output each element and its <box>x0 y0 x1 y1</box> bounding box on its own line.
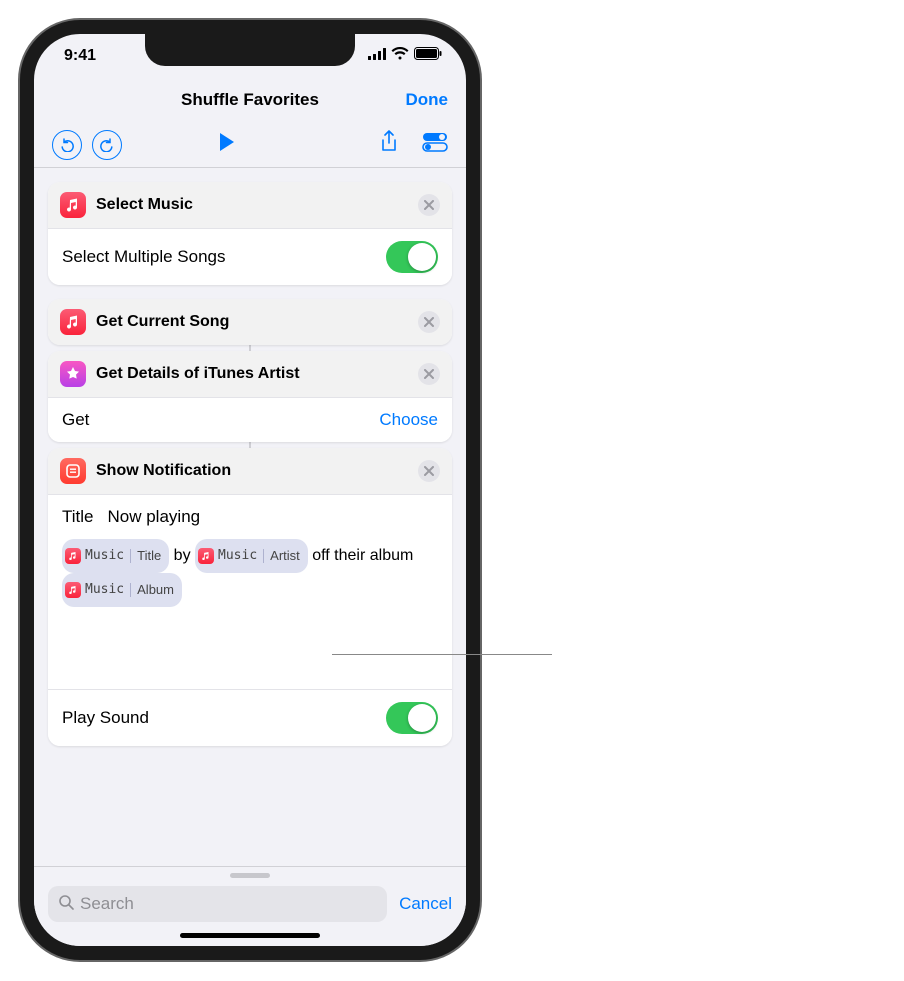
side-button <box>478 214 480 274</box>
variable-token-music-artist[interactable]: Music Artist <box>195 539 308 573</box>
action-title: Get Current Song <box>96 313 408 331</box>
wifi-icon <box>391 47 409 65</box>
battery-icon <box>414 47 442 65</box>
music-app-icon <box>60 309 86 335</box>
body-text: off their album <box>308 547 414 564</box>
remove-action-button[interactable] <box>418 363 440 385</box>
page-title: Shuffle Favorites <box>181 90 319 110</box>
notch <box>145 34 355 66</box>
action-title: Show Notification <box>96 462 408 480</box>
workflow-area[interactable]: Select Music Select Multiple Songs Get C… <box>34 168 466 746</box>
action-title: Get Details of iTunes Artist <box>96 365 408 383</box>
title-field-value[interactable]: Now playing <box>108 507 201 527</box>
share-button[interactable] <box>380 130 398 159</box>
home-indicator[interactable] <box>180 933 320 938</box>
action-itunes-artist-details[interactable]: Get Details of iTunes Artist Get Choose <box>48 351 452 442</box>
done-button[interactable]: Done <box>406 90 449 110</box>
redo-button[interactable] <box>92 130 122 160</box>
settings-toggles-button[interactable] <box>422 132 448 157</box>
action-select-music[interactable]: Select Music Select Multiple Songs <box>48 182 452 285</box>
choose-button[interactable]: Choose <box>379 410 438 430</box>
cellular-icon <box>368 47 386 65</box>
side-button <box>478 289 480 389</box>
search-placeholder: Search <box>80 894 134 914</box>
body-text: by <box>169 547 195 564</box>
itunes-app-icon <box>60 361 86 387</box>
get-label: Get <box>62 410 89 430</box>
action-show-notification[interactable]: Show Notification Title Now playing Musi… <box>48 448 452 746</box>
callout-line <box>332 654 552 655</box>
action-get-current-song[interactable]: Get Current Song <box>48 299 452 345</box>
variable-token-music-title[interactable]: Music Title <box>62 539 169 573</box>
remove-action-button[interactable] <box>418 460 440 482</box>
undo-button[interactable] <box>52 130 82 160</box>
remove-action-button[interactable] <box>418 194 440 216</box>
variable-token-music-album[interactable]: Music Album <box>62 573 182 607</box>
play-sound-label: Play Sound <box>62 708 149 728</box>
title-field-label: Title <box>62 507 94 527</box>
remove-action-button[interactable] <box>418 311 440 333</box>
notification-body-field[interactable]: Music Title by Music Artist off their al… <box>62 539 438 677</box>
select-multiple-switch[interactable] <box>386 241 438 273</box>
drawer-grabber[interactable] <box>230 873 270 878</box>
nav-bar: Shuffle Favorites Done <box>34 78 466 122</box>
search-input[interactable]: Search <box>48 886 387 922</box>
cancel-button[interactable]: Cancel <box>399 894 452 914</box>
search-icon <box>58 894 74 915</box>
notification-app-icon <box>60 458 86 484</box>
play-sound-switch[interactable] <box>386 702 438 734</box>
select-multiple-label: Select Multiple Songs <box>62 247 225 267</box>
action-title: Select Music <box>96 196 408 214</box>
toolbar <box>34 122 466 168</box>
phone-frame: 9:41 Shuffle Favorites Done <box>20 20 480 960</box>
status-time: 9:41 <box>64 47 96 65</box>
play-button[interactable] <box>218 132 236 157</box>
music-app-icon <box>60 192 86 218</box>
